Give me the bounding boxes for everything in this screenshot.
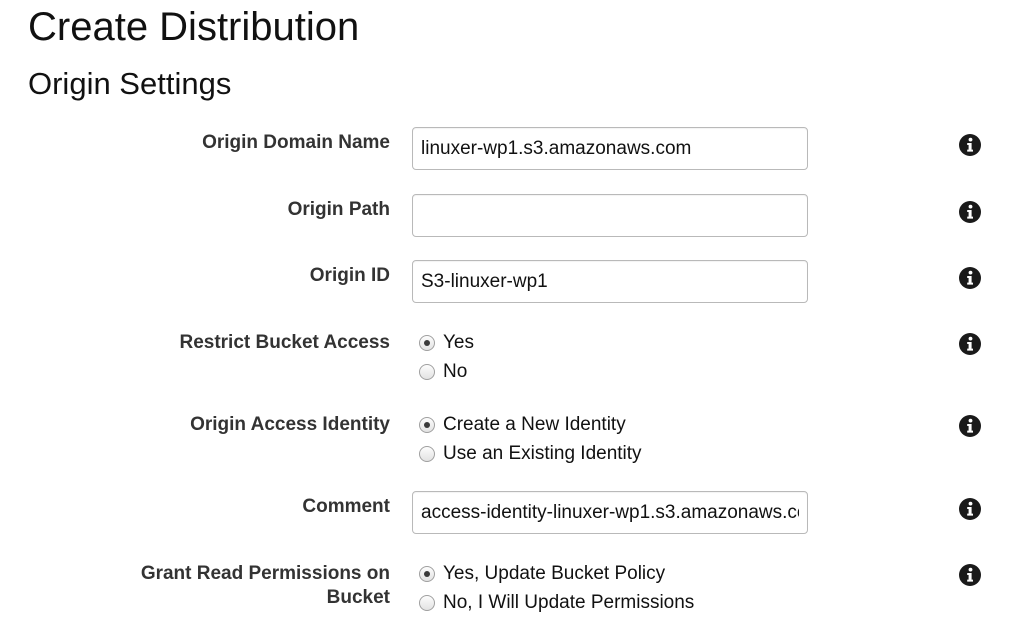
radio-button-checked[interactable] [419, 335, 435, 351]
origin-id-label: Origin ID [309, 265, 390, 286]
will-update-permissions-radio[interactable]: No, I Will Update Permissions [419, 590, 694, 616]
use-existing-identity-radio[interactable]: Use an Existing Identity [419, 441, 642, 467]
info-icon[interactable] [958, 200, 982, 224]
radio-label: Yes [443, 332, 474, 353]
origin-path-label: Origin Path [287, 199, 390, 220]
origin-domain-name-label: Origin Domain Name [202, 132, 390, 153]
restrict-bucket-access-yes-radio[interactable]: Yes [419, 330, 474, 356]
info-icon[interactable] [958, 414, 982, 438]
radio-button-checked[interactable] [419, 417, 435, 433]
grant-read-permissions-label: Grant Read Permissions on Bucket [90, 562, 390, 610]
restrict-bucket-access-no-radio[interactable]: No [419, 359, 467, 385]
radio-label: Use an Existing Identity [443, 443, 642, 464]
radio-button[interactable] [419, 446, 435, 462]
create-new-identity-radio[interactable]: Create a New Identity [419, 412, 626, 438]
origin-domain-name-input[interactable] [412, 127, 808, 170]
radio-label: Yes, Update Bucket Policy [443, 563, 666, 584]
radio-label: No [443, 361, 468, 382]
info-icon[interactable] [958, 563, 982, 587]
grant-read-permissions-label-line1: Grant Read Permissions on [140, 563, 390, 584]
radio-button[interactable] [419, 595, 435, 611]
create-distribution-page: Create Distribution Origin Settings Orig… [0, 0, 1024, 636]
update-bucket-policy-radio[interactable]: Yes, Update Bucket Policy [419, 561, 665, 587]
info-icon[interactable] [958, 332, 982, 356]
radio-label: Create a New Identity [443, 414, 626, 435]
radio-label: No, I Will Update Permissions [443, 592, 695, 613]
radio-button-checked[interactable] [419, 566, 435, 582]
comment-label: Comment [302, 496, 390, 517]
radio-button[interactable] [419, 364, 435, 380]
section-title: Origin Settings [28, 66, 232, 101]
origin-path-input[interactable] [412, 194, 808, 237]
info-icon[interactable] [958, 497, 982, 521]
restrict-bucket-access-label: Restrict Bucket Access [179, 332, 390, 353]
info-icon[interactable] [958, 133, 982, 157]
comment-input[interactable] [412, 491, 808, 534]
grant-read-permissions-label-line2: Bucket [326, 587, 390, 608]
origin-id-input[interactable] [412, 260, 808, 303]
origin-access-identity-label: Origin Access Identity [190, 414, 390, 435]
info-icon[interactable] [958, 266, 982, 290]
page-title: Create Distribution [28, 5, 360, 49]
